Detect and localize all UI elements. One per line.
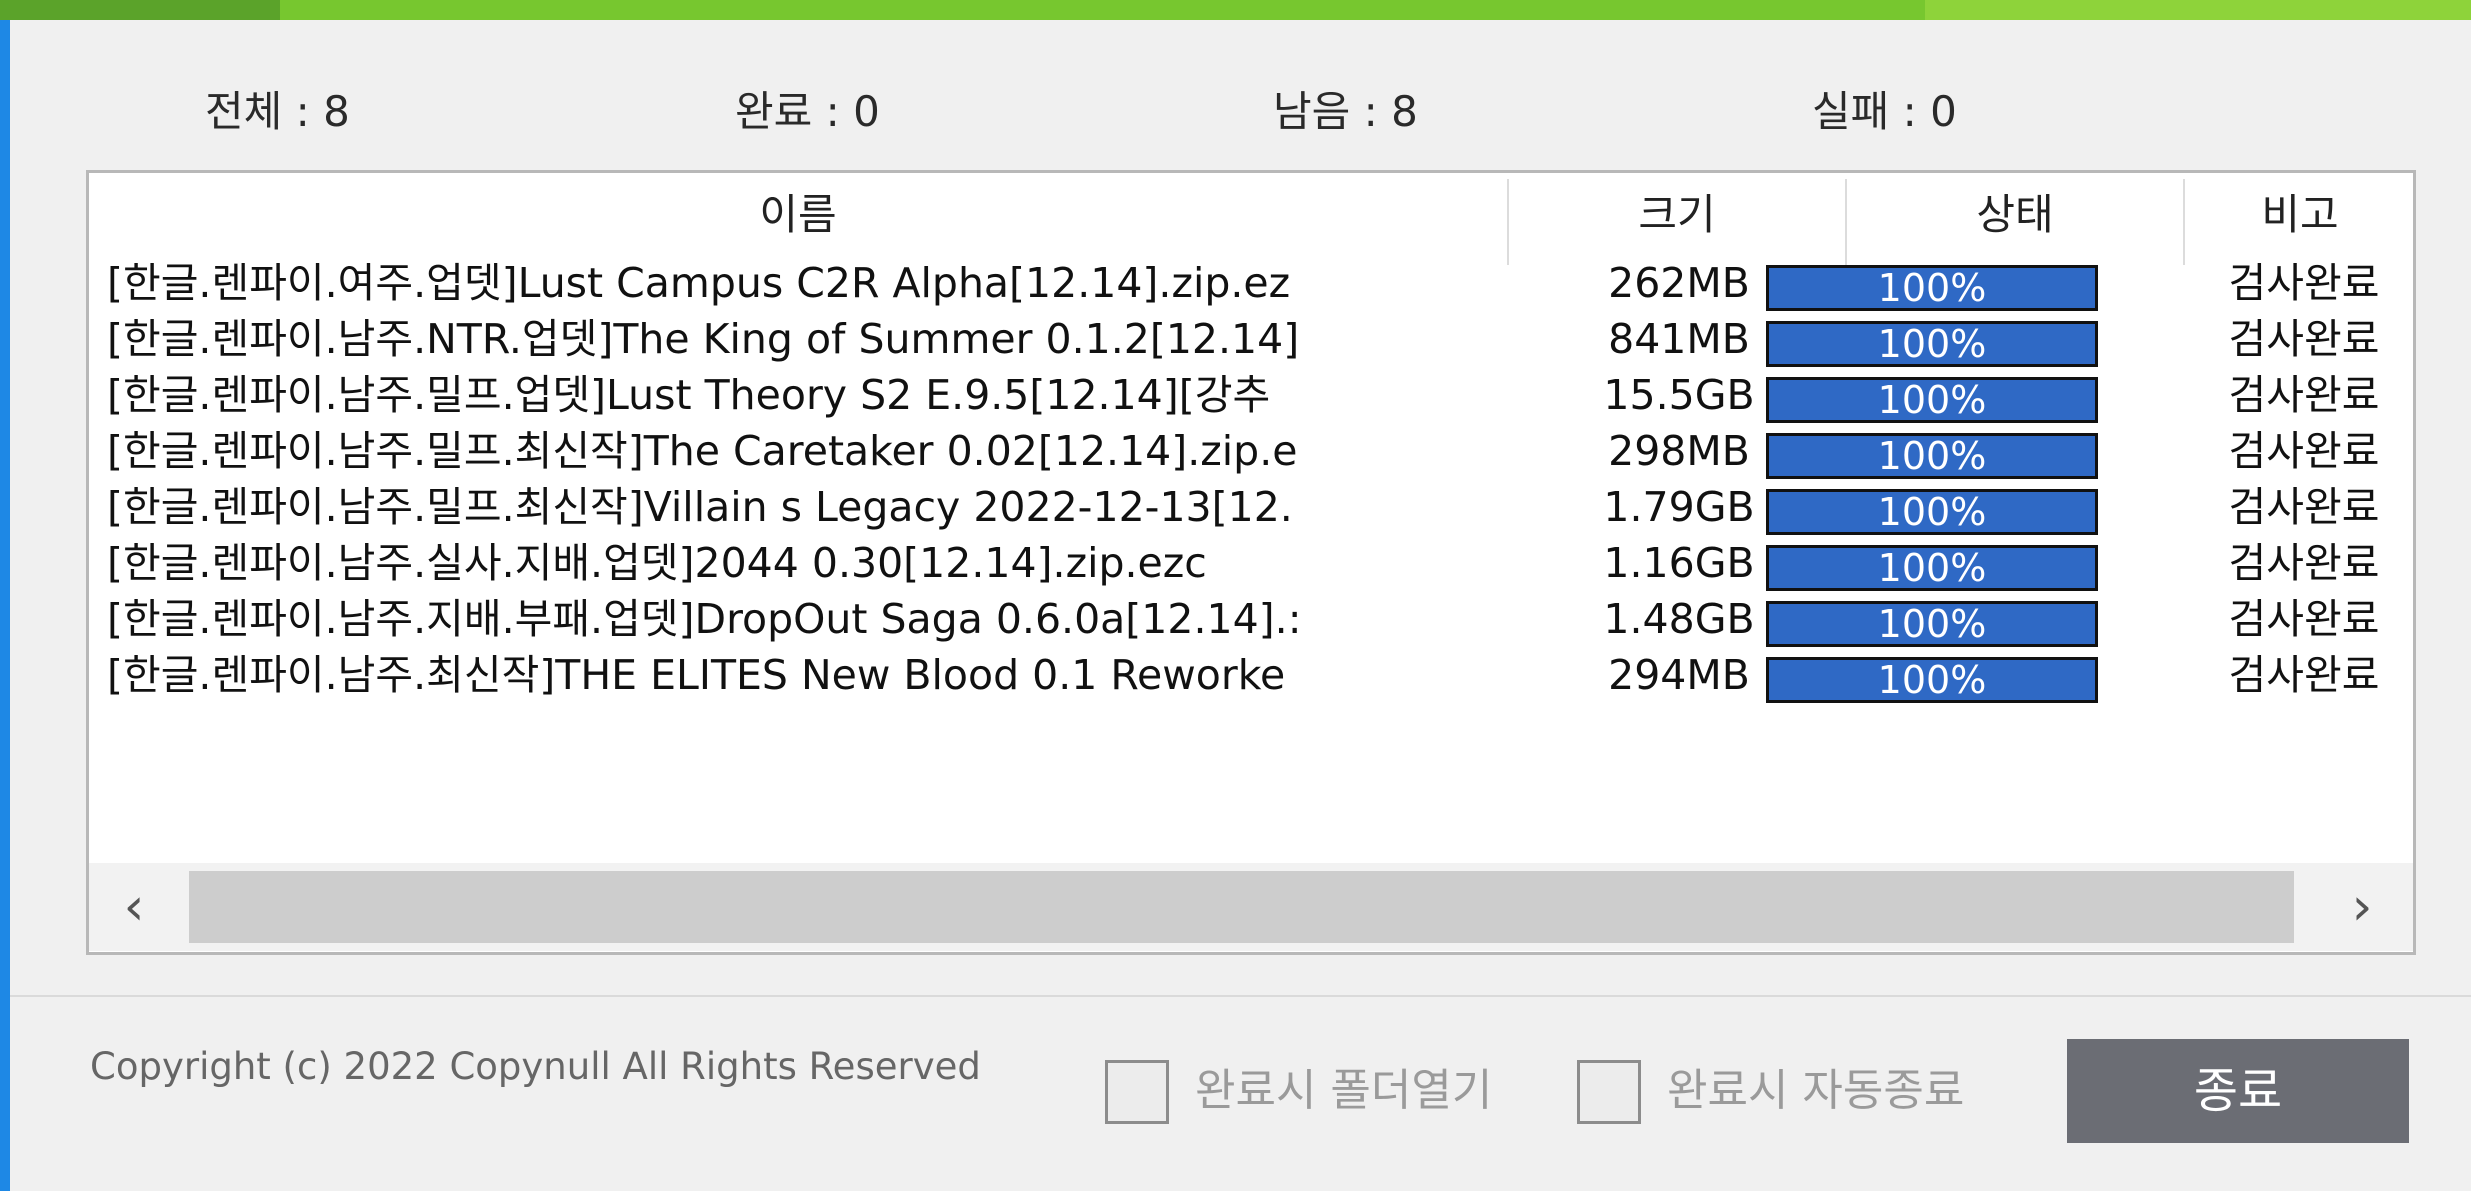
file-note: 검사완료 [2228, 371, 2380, 419]
file-row[interactable]: [한글.렌파이.여주.업뎃]Lust Campus C2R Alpha[12.1… [89, 255, 2419, 311]
column-header-status[interactable]: 상태 [1847, 179, 2183, 251]
exit-button[interactable]: 종료 [2067, 1039, 2409, 1143]
file-row[interactable]: [한글.렌파이.남주.최신작]THE ELITES New Blood 0.1 … [89, 647, 2419, 703]
file-note: 검사완료 [2228, 595, 2380, 643]
file-name: [한글.렌파이.남주.지배.부패.업뎃]DropOut Saga 0.6.0a[… [107, 595, 1302, 643]
progress-percent: 100% [1877, 490, 1987, 534]
summary-done: 완료 : 0 [735, 87, 880, 136]
file-note: 검사완료 [2228, 483, 2380, 531]
file-note: 검사완료 [2228, 259, 2380, 307]
file-progress-bar: 100% [1766, 433, 2098, 479]
file-progress-bar: 100% [1766, 545, 2098, 591]
scroll-left-arrow-icon[interactable]: ‹ [89, 863, 179, 951]
column-header-name[interactable]: 이름 [89, 179, 1507, 251]
file-list-panel: 이름 크기 상태 비고 [한글.렌파이.여주.업뎃]Lust Campus C2… [86, 170, 2416, 955]
auto-exit-checkbox[interactable] [1577, 1060, 1641, 1124]
file-progress-bar: 100% [1766, 601, 2098, 647]
scroll-right-arrow-icon[interactable]: › [2317, 863, 2407, 951]
file-name: [한글.렌파이.남주.밀프.최신작]Villain s Legacy 2022-… [107, 483, 1293, 531]
overall-progress-bar [0, 0, 2471, 20]
progress-percent: 100% [1877, 322, 1987, 366]
summary-failed: 실패 : 0 [1812, 87, 1957, 136]
file-name: [한글.렌파이.남주.NTR.업뎃]The King of Summer 0.1… [107, 315, 1300, 363]
file-name: [한글.렌파이.남주.실사.지배.업뎃]2044 0.30[12.14].zip… [107, 539, 1207, 587]
file-note: 검사완료 [2228, 427, 2380, 475]
progress-percent: 100% [1877, 602, 1987, 646]
file-progress-bar: 100% [1766, 321, 2098, 367]
file-note: 검사완료 [2228, 539, 2380, 587]
file-progress-bar: 100% [1766, 265, 2098, 311]
file-row[interactable]: [한글.렌파이.남주.밀프.업뎃]Lust Theory S2 E.9.5[12… [89, 367, 2419, 423]
file-name: [한글.렌파이.여주.업뎃]Lust Campus C2R Alpha[12.1… [107, 259, 1291, 307]
file-row[interactable]: [한글.렌파이.남주.밀프.최신작]The Caretaker 0.02[12.… [89, 423, 2419, 479]
auto-exit-label[interactable]: 완료시 자동종료 [1667, 1058, 1964, 1124]
scrollbar-thumb[interactable] [189, 871, 2294, 943]
file-progress-bar: 100% [1766, 657, 2098, 703]
file-note: 검사완료 [2228, 315, 2380, 363]
progress-percent: 100% [1877, 434, 1987, 478]
column-header-size[interactable]: 크기 [1509, 179, 1845, 251]
footer-divider [10, 995, 2471, 997]
summary-remaining: 남음 : 8 [1273, 87, 1418, 136]
file-progress-bar: 100% [1766, 377, 2098, 423]
progress-percent: 100% [1877, 658, 1987, 702]
open-folder-checkbox[interactable] [1105, 1060, 1169, 1124]
column-header-note[interactable]: 비고 [2185, 179, 2415, 251]
file-name: [한글.렌파이.남주.밀프.최신작]The Caretaker 0.02[12.… [107, 427, 1298, 475]
progress-segment [0, 0, 280, 20]
file-progress-bar: 100% [1766, 489, 2098, 535]
file-row[interactable]: [한글.렌파이.남주.실사.지배.업뎃]2044 0.30[12.14].zip… [89, 535, 2419, 591]
horizontal-scrollbar[interactable]: ‹ › [89, 863, 2413, 951]
window-left-edge [0, 0, 10, 1191]
progress-segment-highlight [1925, 0, 2471, 20]
progress-percent: 100% [1877, 546, 1987, 590]
file-name: [한글.렌파이.남주.밀프.업뎃]Lust Theory S2 E.9.5[12… [107, 371, 1271, 419]
copyright-text: Copyright (c) 2022 Copynull All Rights R… [90, 1045, 981, 1088]
file-row[interactable]: [한글.렌파이.남주.NTR.업뎃]The King of Summer 0.1… [89, 311, 2419, 367]
progress-percent: 100% [1877, 266, 1987, 310]
open-folder-label[interactable]: 완료시 폴더열기 [1195, 1058, 1492, 1124]
summary-total: 전체 : 8 [205, 87, 350, 136]
file-name: [한글.렌파이.남주.최신작]THE ELITES New Blood 0.1 … [107, 651, 1286, 699]
file-note: 검사완료 [2228, 651, 2380, 699]
file-row[interactable]: [한글.렌파이.남주.지배.부패.업뎃]DropOut Saga 0.6.0a[… [89, 591, 2419, 647]
file-row[interactable]: [한글.렌파이.남주.밀프.최신작]Villain s Legacy 2022-… [89, 479, 2419, 535]
progress-percent: 100% [1877, 378, 1987, 422]
